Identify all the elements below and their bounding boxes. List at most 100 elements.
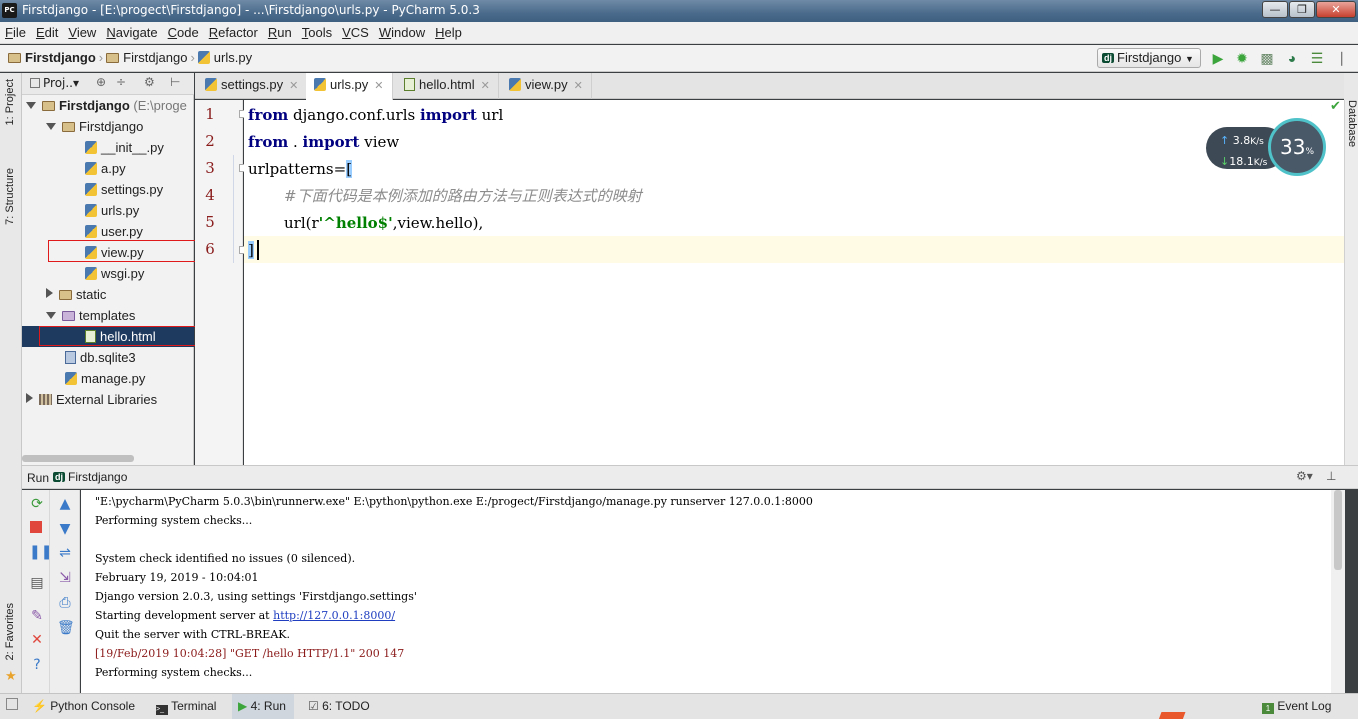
line-number: 2	[205, 132, 215, 150]
left-tool-strip: 1: Project 7: Structure 2: Favorites ★	[0, 73, 22, 693]
tree-item-external-libraries[interactable]: External Libraries	[22, 389, 194, 410]
run-config-tab[interactable]: dj Firstdjango	[53, 470, 127, 484]
server-url-link[interactable]: http://127.0.0.1:8000/	[273, 609, 395, 622]
run-console-output[interactable]: "E:\pycharm\PyCharm 5.0.3\bin\runnerw.ex…	[81, 490, 1331, 693]
scrollbar-thumb[interactable]	[1334, 490, 1342, 570]
project-panel-toolbar: Proj..▾ ⊕ ÷ ⚙ ⊢	[22, 73, 194, 95]
minimize-button[interactable]: —	[1262, 1, 1288, 18]
stop-icon[interactable]	[30, 521, 42, 533]
tab-view-py[interactable]: view.py ✕	[501, 73, 592, 99]
project-tool-button[interactable]: 1: Project	[4, 79, 16, 125]
library-icon	[39, 394, 52, 405]
clear-all-icon[interactable]: 🗑	[57, 620, 75, 636]
gear-icon[interactable]: ⚙▾	[1296, 469, 1313, 483]
tree-item-folder[interactable]: templates	[22, 305, 194, 326]
tree-item-file[interactable]: urls.py	[22, 200, 194, 221]
print-icon[interactable]: ⎙	[57, 595, 73, 611]
todo-button[interactable]: ☑ 6: TODO	[308, 699, 370, 713]
menu-edit[interactable]: Edit	[31, 22, 63, 42]
pause-icon[interactable]: ❚❚	[29, 544, 52, 560]
scroll-down-icon[interactable]: ▼	[57, 521, 73, 537]
tab-urls-py[interactable]: urls.py ✕	[306, 73, 393, 100]
scroll-up-icon[interactable]: ▲	[57, 496, 73, 512]
hide-panel-icon[interactable]: ⊢	[170, 75, 180, 89]
tree-item-package[interactable]: Firstdjango	[22, 116, 194, 137]
console-line: Quit the server with CTRL-BREAK.	[95, 628, 290, 641]
tree-item-file[interactable]: user.py	[22, 221, 194, 242]
menu-code[interactable]: Code	[163, 22, 204, 42]
tab-hello-html[interactable]: hello.html ✕	[396, 73, 499, 99]
collapse-all-icon[interactable]: ÷	[116, 75, 126, 89]
database-tool-button[interactable]: Database	[1346, 100, 1358, 147]
breadcrumb-package[interactable]: Firstdjango	[106, 50, 187, 65]
tree-item-file[interactable]: __init__.py	[22, 137, 194, 158]
horizontal-scrollbar[interactable]	[22, 455, 134, 462]
close-tab-icon[interactable]: ✕	[289, 80, 298, 92]
editor-gutter: 1 2 3 4 5 6	[195, 100, 247, 465]
tree-item-file[interactable]: settings.py	[22, 179, 194, 200]
rerun-icon[interactable]: ⟳	[29, 496, 45, 512]
breadcrumb-project[interactable]: Firstdjango	[8, 50, 96, 65]
structure-tool-button[interactable]: 7: Structure	[4, 168, 16, 225]
menu-refactor[interactable]: Refactor	[204, 22, 263, 42]
soft-wrap-icon[interactable]: ⇌	[57, 545, 73, 561]
dump-threads-icon[interactable]: ▤	[29, 575, 45, 591]
console-line: Performing system checks...	[95, 514, 253, 527]
run-panel-header: Run dj Firstdjango ⚙▾ ⊥	[22, 465, 1358, 489]
close-tab-icon[interactable]: ✕	[574, 80, 583, 92]
event-log-button[interactable]: 1 Event Log	[1262, 699, 1331, 714]
terminal-icon: >_	[156, 705, 168, 715]
help-icon[interactable]: ?	[29, 657, 45, 673]
breadcrumb-file[interactable]: urls.py	[197, 50, 252, 65]
menu-run[interactable]: Run	[263, 22, 297, 42]
close-button[interactable]: ✕	[1316, 1, 1356, 18]
pin-tab-icon[interactable]: ✎	[29, 608, 45, 624]
console-scrollbar[interactable]	[1331, 490, 1345, 693]
terminal-button[interactable]: >_ Terminal	[156, 699, 216, 715]
hide-panel-icon[interactable]: ⊥	[1326, 469, 1336, 483]
python-file-icon	[65, 372, 77, 385]
tree-item-folder[interactable]: static	[22, 284, 194, 305]
tool-windows-icon[interactable]	[6, 698, 18, 710]
profile-icon[interactable]: ◕	[1284, 50, 1300, 66]
debug-icon[interactable]: ✹	[1234, 50, 1250, 66]
menu-window[interactable]: Window	[374, 22, 430, 42]
tree-item-project-root[interactable]: Firstdjango (E:\proge	[22, 95, 194, 116]
menu-navigate[interactable]: Navigate	[101, 22, 162, 42]
search-everywhere-icon[interactable]: ⎸	[1340, 50, 1356, 66]
folder-icon	[106, 53, 120, 63]
tree-item-file[interactable]: manage.py	[22, 368, 194, 389]
close-tab-icon[interactable]: ✕	[374, 80, 383, 92]
editor-tab-bar: settings.py ✕ urls.py ✕ hello.html ✕ view.p…	[195, 73, 1358, 100]
python-console-button[interactable]: ⚡ Python Console	[32, 699, 135, 713]
code-line-4-comment: #下面代码是本例添加的路由方法与正则表达式的映射	[284, 187, 642, 205]
run-config-dropdown[interactable]: dj Firstdjango ▼	[1097, 48, 1201, 68]
menu-help[interactable]: Help	[430, 22, 467, 42]
tree-item-file[interactable]: db.sqlite3	[22, 347, 194, 368]
tree-item-file[interactable]: wsgi.py	[22, 263, 194, 284]
maximize-button[interactable]: ❐	[1289, 1, 1315, 18]
view-mode-dropdown[interactable]: Proj..▾	[30, 76, 79, 90]
gear-icon[interactable]: ⚙	[144, 75, 155, 89]
menu-tools[interactable]: Tools	[297, 22, 337, 42]
close-icon[interactable]: ✕	[29, 632, 45, 648]
run-icon[interactable]: ▶	[1210, 50, 1226, 66]
close-tab-icon[interactable]: ✕	[481, 80, 490, 92]
favorites-tool-button[interactable]: 2: Favorites	[4, 603, 16, 660]
menu-view[interactable]: View	[63, 22, 101, 42]
code-editor[interactable]	[244, 100, 1344, 465]
code-line-6: ]	[248, 237, 254, 264]
tab-settings-py[interactable]: settings.py ✕	[197, 73, 308, 99]
folder-icon	[59, 290, 72, 300]
run-tool-button[interactable]: ▶ 4: Run	[232, 694, 294, 719]
menu-vcs[interactable]: VCS	[337, 22, 374, 42]
scroll-to-end-icon[interactable]: ⇲	[57, 570, 73, 586]
concurrency-icon[interactable]: ☰	[1309, 50, 1325, 66]
scroll-from-source-icon[interactable]: ⊕	[96, 75, 106, 89]
code-line-3: urlpatterns=[	[248, 160, 353, 178]
tree-item-file[interactable]: a.py	[22, 158, 194, 179]
console-line: February 19, 2019 - 10:04:01	[95, 571, 259, 584]
menu-file[interactable]: File	[0, 22, 31, 42]
coverage-icon[interactable]: ▩	[1259, 50, 1275, 66]
